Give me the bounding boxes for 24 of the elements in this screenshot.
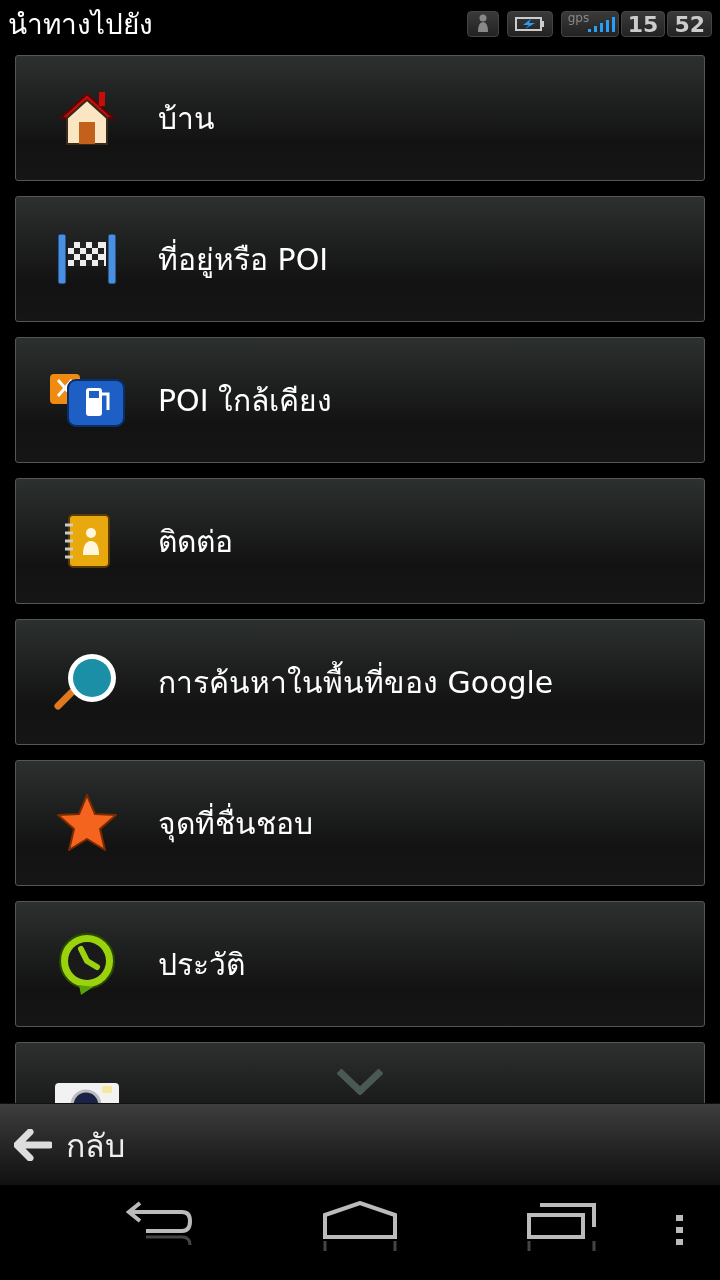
menu-item[interactable]: ประวัติ [15, 901, 705, 1027]
fuel-pump-icon [48, 372, 126, 428]
menu-item[interactable]: ติดต่อ [15, 478, 705, 604]
recent-apps-icon[interactable] [526, 1201, 598, 1251]
menu-item[interactable]: จุดที่ชื่นชอบ [15, 760, 705, 886]
chevron-down-icon [337, 1069, 383, 1095]
checkered-flag-icon [55, 232, 119, 286]
screen-title: นำทางไปยัง [8, 7, 154, 43]
back-button[interactable]: กลับ [0, 1104, 139, 1186]
gps-signal-icon: gps [560, 11, 619, 37]
battery-charging-icon [506, 11, 553, 37]
clock-minutes: 52 [667, 11, 712, 37]
person-status-icon [466, 11, 499, 37]
menu-item[interactable]: ที่อยู่หรือ POI [15, 196, 705, 322]
left-arrow-icon [14, 1129, 52, 1161]
menu-item[interactable]: บ้าน [15, 55, 705, 181]
star-icon [56, 793, 118, 853]
menu-item[interactable]: POI ใกล้เคียง [15, 337, 705, 463]
menu-item[interactable]: การค้นหาในพื้นที่ของ Google [15, 619, 705, 745]
home-nav-icon[interactable] [322, 1201, 398, 1251]
clock-hours: 15 [620, 11, 666, 37]
overflow-menu-icon[interactable] [674, 1215, 686, 1247]
back-nav-icon[interactable] [126, 1201, 194, 1247]
camera-icon [54, 1083, 120, 1103]
